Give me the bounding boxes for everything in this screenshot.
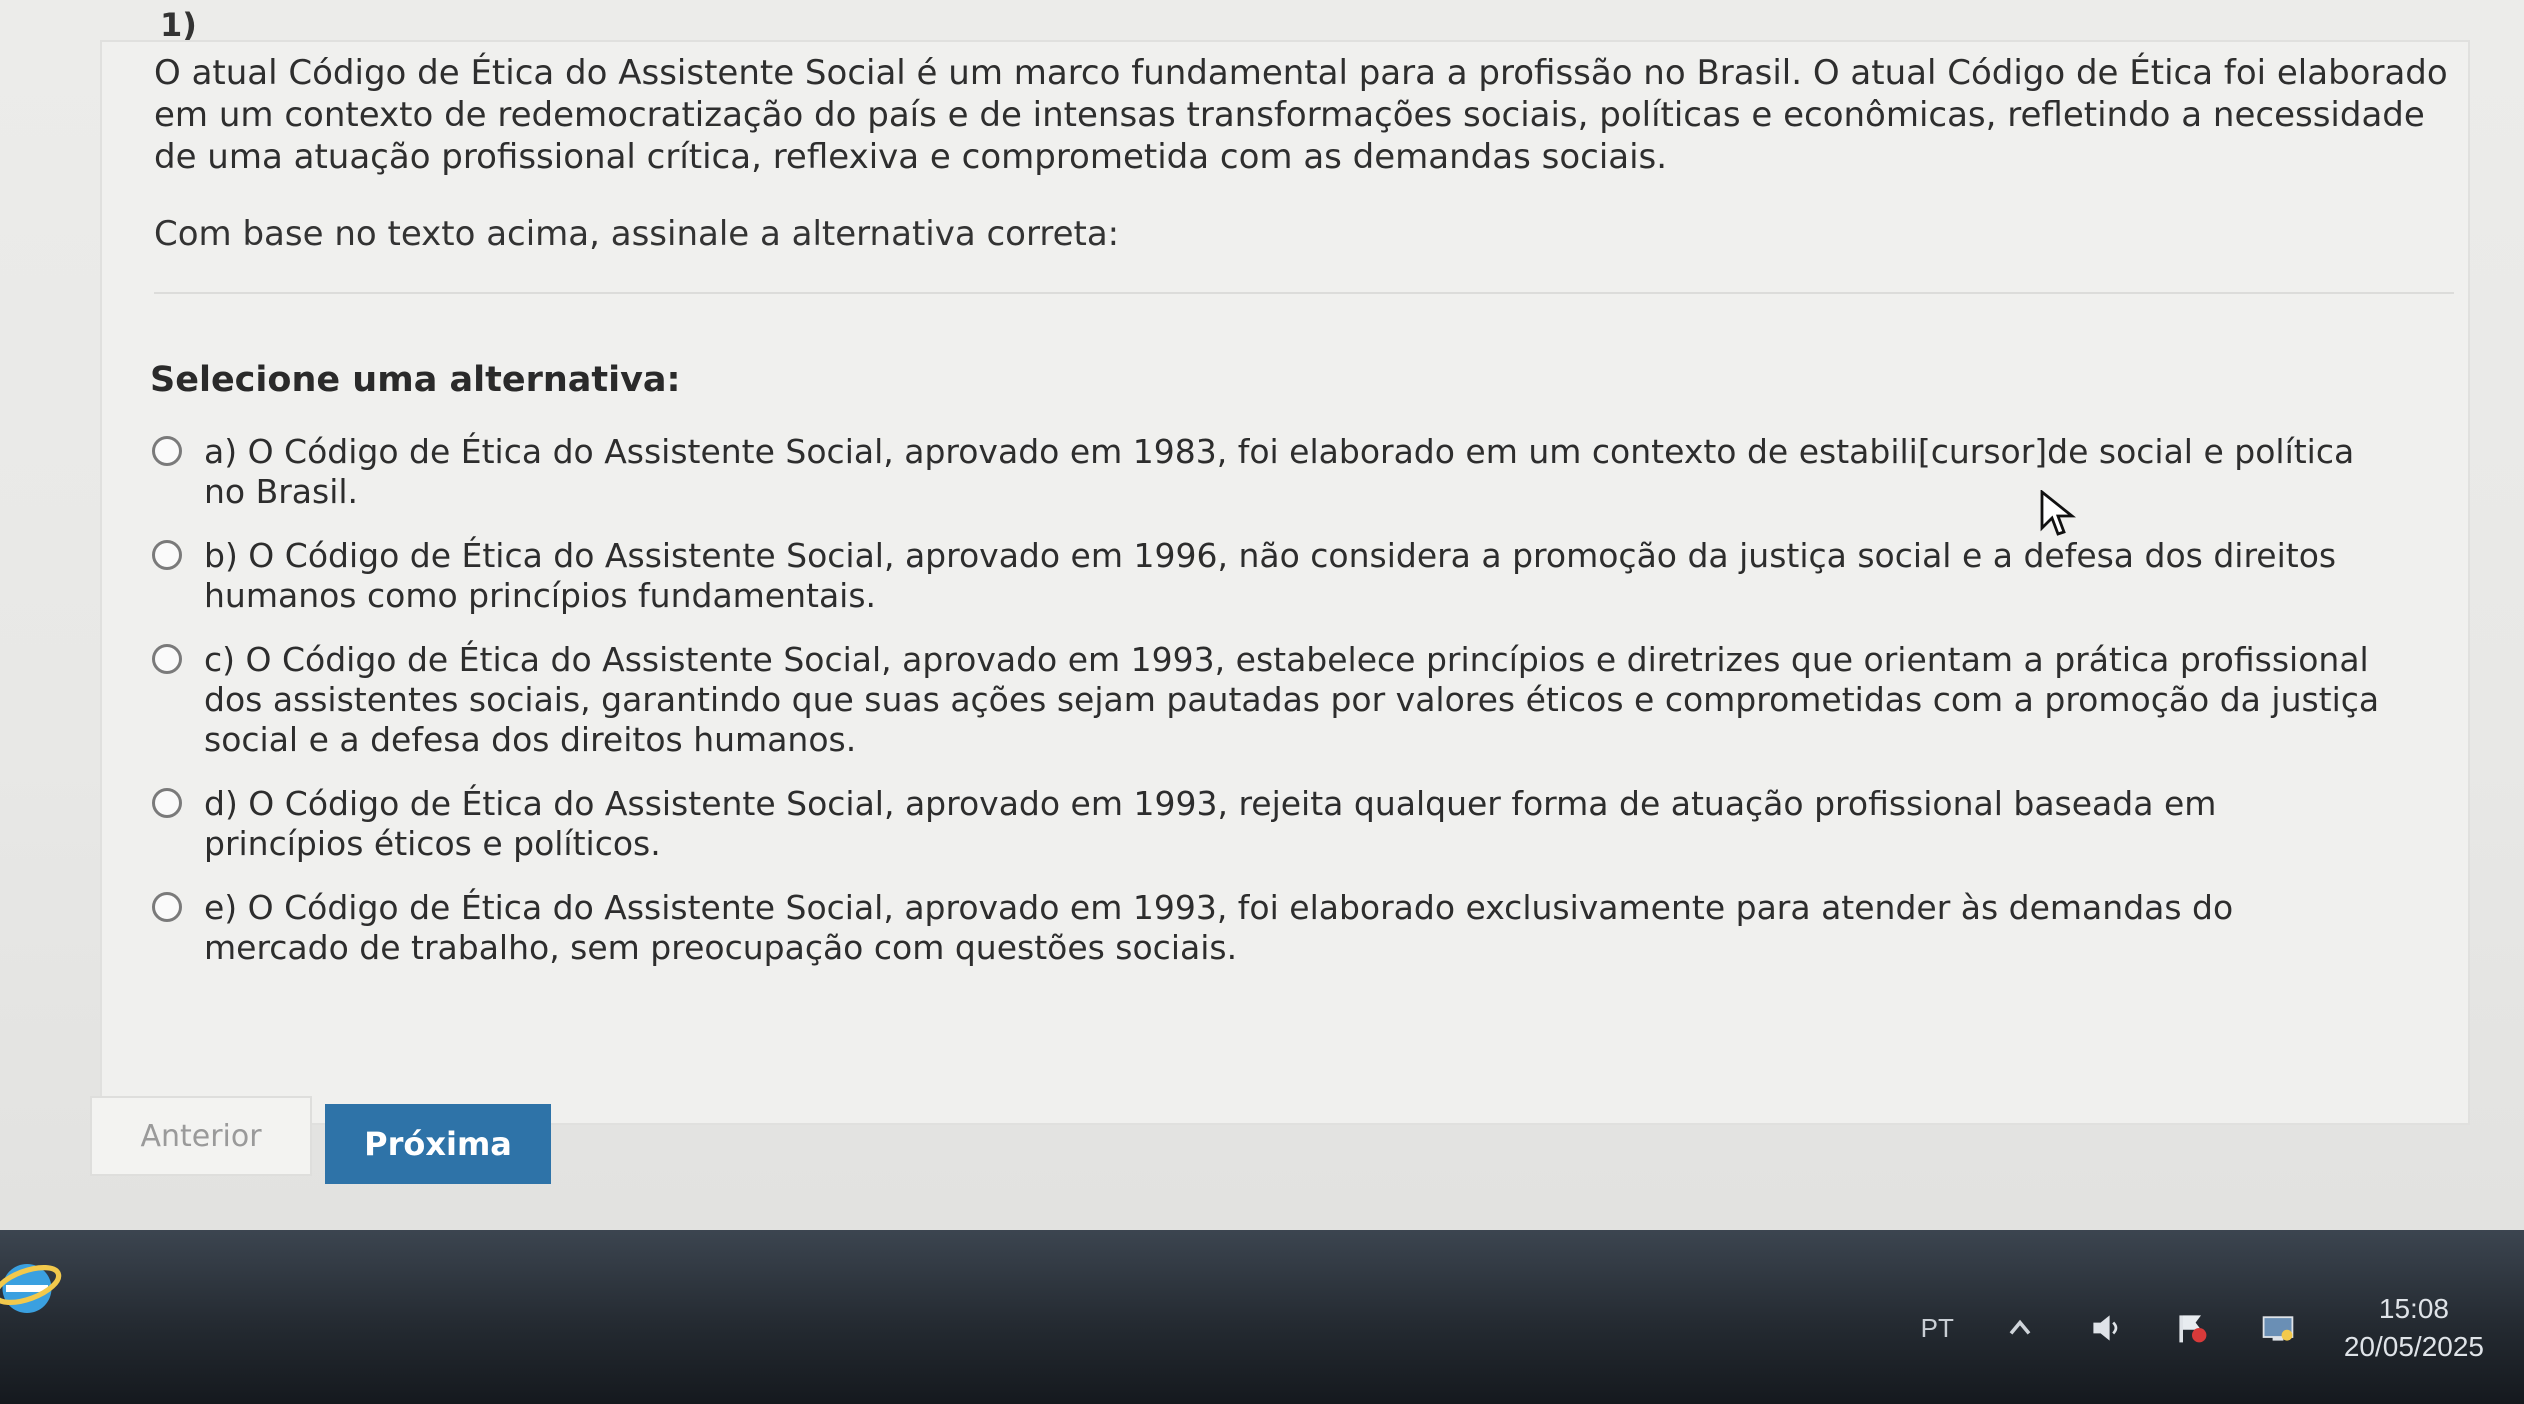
network-icon[interactable]: [2258, 1310, 2298, 1346]
show-hidden-icons-chevron-icon[interactable]: [2000, 1310, 2040, 1346]
previous-button[interactable]: Anterior: [90, 1096, 312, 1176]
option-b-text: b) O Código de Ética do Assistente Socia…: [204, 536, 2337, 615]
option-c[interactable]: c) O Código de Ética do Assistente Socia…: [152, 640, 2452, 760]
language-indicator[interactable]: PT: [1921, 1313, 1954, 1344]
options-list: a) O Código de Ética do Assistente Socia…: [152, 432, 2452, 992]
question-instruction: Com base no texto acima, assinale a alte…: [154, 214, 1120, 254]
radio-option-d[interactable]: [152, 788, 182, 818]
radio-option-b[interactable]: [152, 540, 182, 570]
divider: [154, 292, 2454, 294]
select-alternative-label: Selecione uma alternativa:: [150, 360, 681, 400]
question-statement: O atual Código de Ética do Assistente So…: [154, 53, 2448, 177]
clock[interactable]: 15:08 20/05/2025: [2344, 1290, 2484, 1366]
option-e-text: e) O Código de Ética do Assistente Socia…: [204, 888, 2234, 967]
option-d-text: d) O Código de Ética do Assistente Socia…: [204, 784, 2217, 863]
volume-icon[interactable]: [2086, 1310, 2126, 1346]
internet-explorer-icon[interactable]: [0, 1250, 62, 1320]
action-center-flag-icon[interactable]: [2172, 1310, 2212, 1346]
mouse-cursor-icon: [2040, 490, 2076, 536]
radio-option-e[interactable]: [152, 892, 182, 922]
taskbar: PT 15:08 20/05/2025: [0, 1230, 2524, 1404]
exam-screen: 1) O atual Código de Ética do Assistente…: [0, 0, 2524, 1230]
option-a[interactable]: a) O Código de Ética do Assistente Socia…: [152, 432, 2452, 512]
system-tray: PT 15:08 20/05/2025: [1921, 1290, 2484, 1366]
option-e[interactable]: e) O Código de Ética do Assistente Socia…: [152, 888, 2452, 968]
question-number: 1): [160, 6, 197, 44]
question-card: O atual Código de Ética do Assistente So…: [100, 40, 2470, 1125]
radio-option-a[interactable]: [152, 436, 182, 466]
clock-date: 20/05/2025: [2343, 1331, 2484, 1362]
option-b[interactable]: b) O Código de Ética do Assistente Socia…: [152, 536, 2452, 616]
next-button[interactable]: Próxima: [325, 1104, 551, 1184]
clock-time: 15:08: [2378, 1293, 2449, 1324]
radio-option-c[interactable]: [152, 644, 182, 674]
option-d[interactable]: d) O Código de Ética do Assistente Socia…: [152, 784, 2452, 864]
option-c-text: c) O Código de Ética do Assistente Socia…: [204, 640, 2380, 759]
